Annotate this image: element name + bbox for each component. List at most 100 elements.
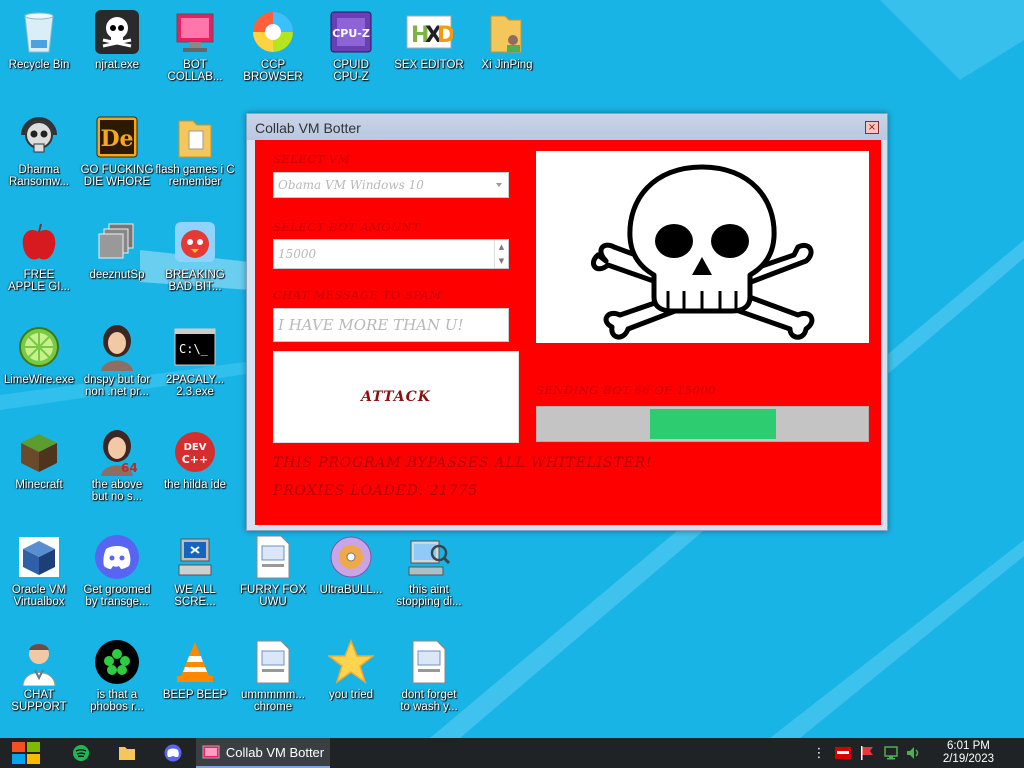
spin-buttons[interactable]: ▲ ▼ bbox=[494, 240, 508, 268]
app-window-icon bbox=[202, 745, 220, 759]
taskbar-file-explorer[interactable] bbox=[110, 738, 144, 768]
svg-text:64: 64 bbox=[121, 461, 138, 475]
tray-flag[interactable] bbox=[856, 738, 878, 768]
computer-icon bbox=[171, 533, 219, 581]
progress-bar bbox=[536, 406, 869, 442]
desktop-icon-wash[interactable]: dont forget to wash y... bbox=[390, 632, 468, 724]
desktop-icon-cpuz[interactable]: CPU-Z CPUID CPU-Z bbox=[312, 2, 390, 94]
desktop-icon-the-above[interactable]: 64 the above but no s... bbox=[78, 422, 156, 514]
search-computer-icon bbox=[405, 533, 453, 581]
desktop-icon-deeznut[interactable]: deeznutSp bbox=[78, 212, 156, 304]
taskbar-clock[interactable]: 6:01 PM 2/19/2023 bbox=[943, 740, 994, 766]
minecraft-icon bbox=[15, 428, 63, 476]
folder-user-icon bbox=[483, 8, 531, 56]
tray-network[interactable] bbox=[880, 738, 902, 768]
desktop-icon-phobos[interactable]: is that a phobos r... bbox=[78, 632, 156, 724]
desktop-icon-sex-editor[interactable]: HXD SEX EDITOR bbox=[390, 2, 468, 94]
tray-overflow[interactable]: ⋮ bbox=[812, 738, 826, 768]
desktop-icon-njrat[interactable]: njrat.exe bbox=[78, 2, 156, 94]
start-button[interactable] bbox=[0, 738, 52, 768]
spotify-icon bbox=[73, 745, 89, 761]
more-vertical-icon: ⋮ bbox=[812, 745, 826, 761]
vlc-icon bbox=[171, 638, 219, 686]
taskbar-discord[interactable] bbox=[156, 738, 190, 768]
clock-date: 2/19/2023 bbox=[942, 753, 994, 765]
desktop-icon-virtualbox[interactable]: Oracle VM Virtualbox bbox=[0, 527, 78, 619]
skull-icon bbox=[93, 8, 141, 56]
taskbar-spotify[interactable] bbox=[64, 738, 98, 768]
desktop-icon-breaking-bad[interactable]: BREAKING BAD BIT... bbox=[156, 212, 234, 304]
red-app-icon bbox=[835, 747, 851, 759]
proxies-loaded: PROXIES LOADED: 21775 bbox=[273, 483, 479, 499]
desktop-icon-ccp-browser[interactable]: CCP BROWSER bbox=[234, 2, 312, 94]
angry-bird-icon bbox=[171, 218, 219, 266]
tray-volume[interactable] bbox=[902, 738, 924, 768]
apple-icon bbox=[15, 218, 63, 266]
terminal-icon: C:\_ bbox=[171, 323, 219, 371]
desktop-icon-hilda-ide[interactable]: DEV C++ the hilda ide bbox=[156, 422, 234, 514]
close-button[interactable]: × bbox=[865, 121, 879, 134]
desktop-icon-xi-jinping[interactable]: Xi JinPing bbox=[468, 2, 546, 94]
select-vm-dropdown[interactable]: Obama VM Windows 10 bbox=[273, 172, 509, 198]
recycle-bin-icon bbox=[15, 8, 63, 56]
svg-text:C++: C++ bbox=[182, 453, 209, 466]
window-client-area: SELECT VM Obama VM Windows 10 SELECT BOT… bbox=[255, 140, 881, 525]
title-bar[interactable]: Collab VM Botter × bbox=[247, 114, 887, 140]
desktop-icon-dharma[interactable]: Dharma Ransomw... bbox=[0, 107, 78, 199]
attack-button[interactable]: ATTACK bbox=[273, 351, 519, 443]
spin-up-icon[interactable]: ▲ bbox=[495, 240, 508, 254]
desktop-icon-flash-games[interactable]: flash games i C remember bbox=[155, 107, 235, 199]
discord-icon bbox=[164, 744, 182, 762]
spin-down-icon[interactable]: ▼ bbox=[495, 254, 508, 268]
desktop-icon-discord[interactable]: Get groomed by transge... bbox=[78, 527, 156, 619]
desktop-icon-recycle-bin[interactable]: Recycle Bin bbox=[0, 2, 78, 94]
desktop-icon-dnspy[interactable]: dnspy but for non .net pr... bbox=[78, 317, 156, 409]
lime-icon bbox=[15, 323, 63, 371]
network-icon bbox=[884, 746, 898, 760]
desktop-icon-2pacaly[interactable]: C:\_ 2PACALY... 2.3.exe bbox=[156, 317, 234, 409]
desktop-icon-ultrabull[interactable]: UltraBULL... bbox=[312, 527, 390, 619]
desktop-icon-chat-support[interactable]: CHAT SUPPORT bbox=[0, 632, 78, 724]
collab-vm-botter-window: Collab VM Botter × SELECT VM Obama VM Wi… bbox=[246, 113, 888, 531]
bypass-notice: THIS PROGRAM BYPASSES ALL WHITELISTER! bbox=[273, 455, 653, 471]
desktop-icon-you-tried[interactable]: you tried bbox=[312, 632, 390, 724]
desktop-icon-this-aint[interactable]: this aint stopping di... bbox=[390, 527, 468, 619]
desktop-icon-chrome-doc[interactable]: ummmmm... chrome bbox=[234, 632, 312, 724]
bot-amount-label: SELECT BOT AMOUNT bbox=[273, 220, 421, 234]
window-title: Collab VM Botter bbox=[255, 120, 361, 136]
select-vm-value: Obama VM Windows 10 bbox=[278, 178, 424, 192]
svg-text:De: De bbox=[100, 126, 133, 152]
chevron-down-icon bbox=[496, 183, 502, 187]
taskbar: Collab VM Botter ⋮ 6:01 PM 2/19/2023 bbox=[0, 738, 1024, 768]
folder-icon bbox=[119, 747, 135, 760]
windows-logo-icon bbox=[12, 742, 40, 764]
svg-text:DEV: DEV bbox=[184, 442, 207, 453]
cpu-icon: CPU-Z bbox=[327, 8, 375, 56]
desktop-icon-furry-fox[interactable]: FURRY FOX UWU bbox=[234, 527, 312, 619]
desktop-icon-beep-beep[interactable]: BEEP BEEP bbox=[156, 632, 234, 724]
document-icon bbox=[249, 638, 297, 686]
skull-image-panel bbox=[536, 151, 869, 343]
skull-headphones-icon bbox=[15, 113, 63, 161]
flag-icon bbox=[861, 746, 873, 760]
desktop-icon-bot-collab[interactable]: BOT COLLAB... bbox=[156, 2, 234, 94]
desktop-icon-go-die[interactable]: De GO FUCKING DIE WHORE bbox=[78, 107, 156, 199]
bot-amount-stepper[interactable]: 15000 ▲ ▼ bbox=[273, 239, 509, 269]
portrait-64-icon: 64 bbox=[93, 428, 141, 476]
hex-editor-icon: HXD bbox=[405, 8, 453, 56]
desktop-icon-we-all-scream[interactable]: WE ALL SCRE... bbox=[156, 527, 234, 619]
windows-stack-icon bbox=[93, 218, 141, 266]
desktop-icon-minecraft[interactable]: Minecraft bbox=[0, 422, 78, 514]
chat-message-input[interactable]: I HAVE MORE THAN U! bbox=[273, 308, 509, 342]
desktop-icon-free-apple[interactable]: FREE APPLE GI... bbox=[0, 212, 78, 304]
chat-message-label: CHAT MESSAGE TO SPAM bbox=[273, 288, 442, 302]
svg-text:CPU-Z: CPU-Z bbox=[332, 27, 370, 40]
document-icon bbox=[249, 533, 297, 581]
devcpp-icon: DEV C++ bbox=[171, 428, 219, 476]
monitor-icon bbox=[171, 8, 219, 56]
disc-icon bbox=[327, 533, 375, 581]
tray-app-1[interactable] bbox=[832, 738, 854, 768]
sending-status: SENDING BOT 66 OF 15000 bbox=[536, 383, 716, 397]
taskbar-app-collab-vm-botter[interactable]: Collab VM Botter bbox=[196, 738, 330, 768]
desktop-icon-limewire[interactable]: LimeWire.exe bbox=[0, 317, 78, 409]
